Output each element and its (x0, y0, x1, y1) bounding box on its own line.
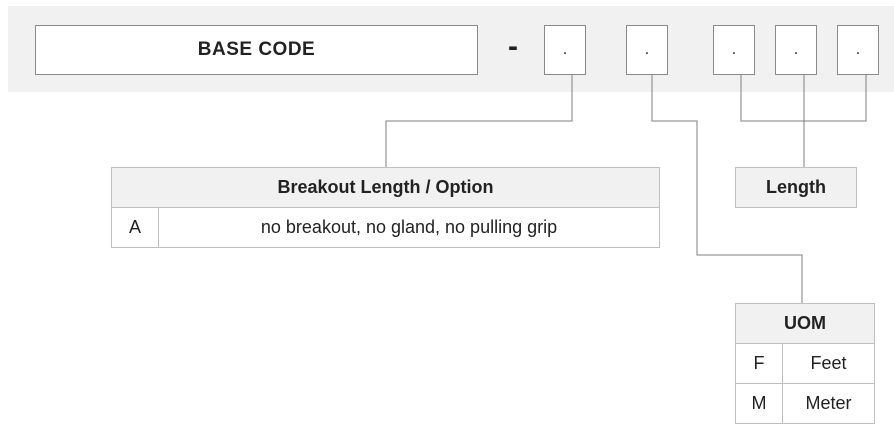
table-row: F Feet (735, 343, 875, 384)
breakout-table: Breakout Length / Option A no breakout, … (111, 167, 660, 248)
breakout-description-cell: no breakout, no gland, no pulling grip (158, 207, 660, 248)
uom-label-cell: Meter (782, 383, 875, 424)
breakout-connector (385, 75, 573, 167)
table-row: M Meter (735, 383, 875, 424)
breakout-code-cell: A (111, 207, 159, 248)
breakout-table-header: Breakout Length / Option (111, 167, 660, 208)
uom-table-header: UOM (735, 303, 875, 344)
length-table-header: Length (735, 167, 857, 208)
uom-code-cell: F (735, 343, 783, 384)
uom-code-cell: M (735, 383, 783, 424)
length-table: Length (735, 167, 857, 208)
uom-label-cell: Feet (782, 343, 875, 384)
table-row: A no breakout, no gland, no pulling grip (111, 207, 660, 248)
uom-table: UOM F Feet M Meter (735, 303, 875, 424)
